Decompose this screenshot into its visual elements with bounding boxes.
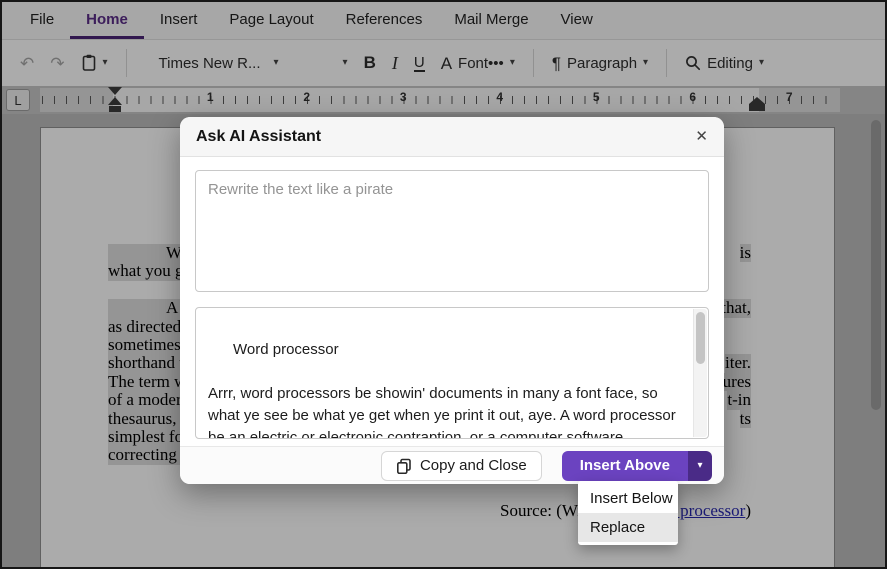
insert-options-menu: Insert Below Replace (578, 481, 678, 545)
copy-and-close-label: Copy and Close (420, 457, 527, 474)
dialog-title: Ask AI Assistant (196, 117, 321, 157)
ai-prompt-input[interactable] (195, 170, 709, 292)
app-window: File Home Insert Page Layout References … (0, 0, 887, 569)
chevron-down-icon: ▾ (697, 460, 702, 471)
insert-above-button[interactable]: Insert Above (562, 451, 688, 481)
response-scrollbar-track[interactable] (693, 309, 707, 437)
insert-options-arrow-button[interactable]: ▾ (688, 451, 712, 481)
menu-option[interactable]: Replace (578, 513, 678, 542)
close-icon[interactable]: ✕ (695, 117, 708, 157)
response-scrollbar-thumb[interactable] (696, 312, 705, 364)
ai-response-text: Word processor Arrr, word processors be … (208, 341, 680, 439)
menu-option[interactable]: Insert Below (578, 484, 678, 513)
ask-ai-assistant-dialog: Ask AI Assistant ✕ Word processor Arrr, … (180, 117, 724, 484)
copy-icon (396, 458, 412, 474)
dialog-footer: Copy and Close Insert Above ▾ (180, 446, 724, 484)
ai-response-box[interactable]: Word processor Arrr, word processors be … (195, 307, 709, 439)
insert-split-button: Insert Above ▾ (562, 451, 712, 481)
dialog-header: Ask AI Assistant ✕ (180, 117, 724, 157)
copy-and-close-button[interactable]: Copy and Close (381, 451, 542, 481)
